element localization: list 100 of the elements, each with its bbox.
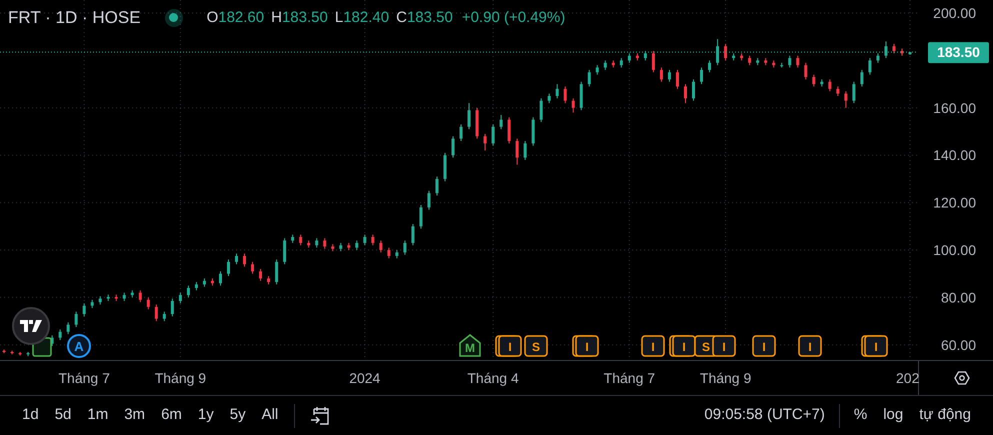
candle <box>363 234 366 246</box>
ohlc-value: H183.50 <box>271 8 328 28</box>
candle <box>724 43 728 61</box>
candle <box>138 290 142 303</box>
candle <box>411 223 414 246</box>
candle <box>548 93 551 104</box>
candle <box>820 78 824 87</box>
candle <box>636 52 639 61</box>
time-label: Tháng 4 <box>467 370 519 386</box>
candle <box>468 102 471 130</box>
candle <box>708 60 712 73</box>
event-marker[interactable]: I <box>572 335 599 357</box>
range-button[interactable]: 1m <box>81 400 114 431</box>
price-label: 160.00 <box>933 100 976 116</box>
candle <box>652 50 655 73</box>
range-button[interactable]: 5d <box>48 400 78 431</box>
candle <box>908 52 912 56</box>
candle <box>476 107 479 140</box>
event-marker[interactable]: I <box>798 335 822 357</box>
event-marker[interactable]: I <box>752 335 776 357</box>
event-marker[interactable]: I <box>495 335 522 357</box>
candle <box>524 140 527 160</box>
time-label: Tháng 7 <box>58 370 110 386</box>
scale-button[interactable]: log <box>877 400 910 431</box>
scale-button[interactable]: tự động <box>913 400 977 431</box>
candle <box>202 278 206 288</box>
candle <box>379 240 382 253</box>
change-value: +0.90 (+0.49%) <box>462 8 566 28</box>
candle <box>186 285 190 298</box>
candle <box>620 58 623 68</box>
candle <box>660 67 663 82</box>
candle <box>26 351 30 357</box>
candle <box>243 253 246 268</box>
scale-button[interactable]: % <box>848 400 874 431</box>
candle <box>732 52 736 61</box>
event-marker[interactable]: I <box>712 335 736 357</box>
calendar-icon[interactable] <box>309 404 332 426</box>
range-button[interactable]: 3m <box>118 400 152 431</box>
candle <box>58 328 62 341</box>
candle <box>122 292 126 302</box>
event-marker[interactable]: S <box>524 335 548 357</box>
candle <box>668 69 671 82</box>
candle <box>419 204 422 230</box>
candle <box>700 67 704 85</box>
price-label: 140.00 <box>933 147 976 164</box>
time-label: Tháng 7 <box>604 370 656 386</box>
candle <box>556 84 559 99</box>
candle <box>612 60 615 68</box>
candle <box>146 296 150 310</box>
range-button[interactable]: 1y <box>192 400 220 431</box>
candle <box>10 350 14 355</box>
range-button[interactable]: 6m <box>155 400 188 431</box>
ref-line-label: 183.50 <box>937 44 980 60</box>
candle <box>178 292 182 304</box>
candle <box>267 276 270 285</box>
candle <box>323 238 326 250</box>
event-marker[interactable]: I <box>861 335 888 357</box>
candle <box>884 40 888 59</box>
event-marker[interactable]: I <box>669 335 696 357</box>
candle <box>307 240 310 248</box>
candle <box>676 69 679 90</box>
candle <box>443 152 446 182</box>
symbol-title: FRT · 1D · HOSE <box>8 7 141 29</box>
candle <box>259 268 262 282</box>
candle <box>227 259 230 277</box>
candle <box>403 240 406 256</box>
candle <box>716 38 720 66</box>
candle <box>395 250 398 259</box>
candle <box>876 52 880 64</box>
time-label: Tháng 9 <box>700 370 752 386</box>
candle <box>90 299 94 309</box>
candle <box>218 270 222 286</box>
candle <box>251 261 254 274</box>
range-button[interactable]: 1d <box>16 400 45 431</box>
settings-icon[interactable] <box>954 371 970 385</box>
candle <box>275 259 278 285</box>
candle <box>892 43 896 54</box>
candle <box>500 114 503 130</box>
candle <box>564 86 567 104</box>
candle <box>339 242 342 252</box>
candle <box>628 52 631 64</box>
price-label: 100.00 <box>933 242 976 258</box>
range-button[interactable]: 5y <box>224 400 252 431</box>
candle <box>804 62 808 80</box>
time-label: Tháng 9 <box>154 370 206 386</box>
candle <box>740 52 744 61</box>
candle <box>291 234 294 244</box>
candle <box>540 98 543 123</box>
candle <box>387 247 390 259</box>
candle <box>900 48 904 56</box>
candle <box>235 253 238 265</box>
candle <box>130 290 134 298</box>
candle <box>82 302 86 317</box>
range-button[interactable]: All <box>256 400 284 431</box>
candle <box>210 278 214 286</box>
candle <box>572 98 575 114</box>
candle <box>508 116 511 144</box>
event-marker[interactable]: I <box>641 335 665 357</box>
candle <box>170 298 174 317</box>
candle <box>154 304 158 322</box>
